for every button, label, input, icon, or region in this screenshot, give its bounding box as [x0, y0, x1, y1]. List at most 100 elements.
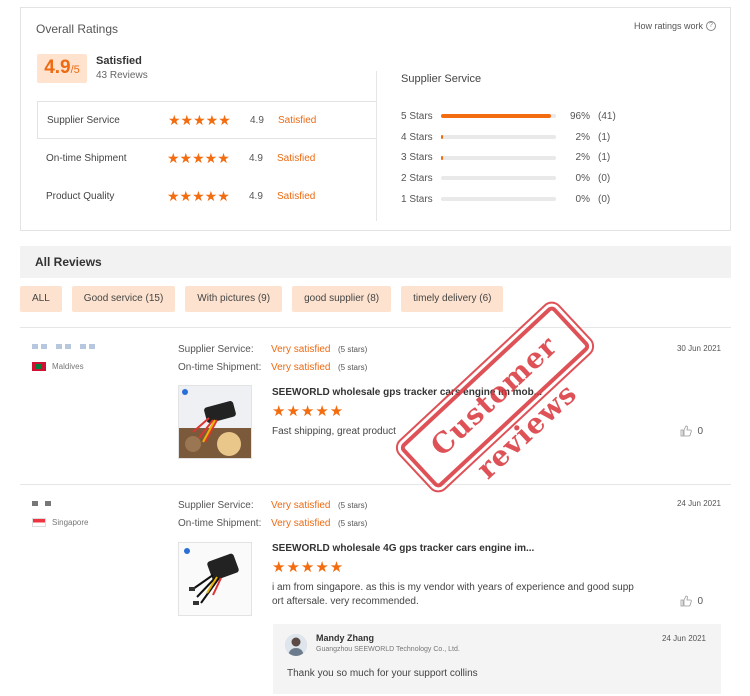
- thumbs-up-icon: [681, 425, 693, 437]
- review-item: Singapore Supplier Service: Very satisfi…: [20, 485, 731, 696]
- how-ratings-work-label: How ratings work: [633, 21, 703, 31]
- reply-text: Thank you so much for your support colli…: [287, 668, 478, 679]
- rating-level: Satisfied: [277, 152, 316, 164]
- distribution-label: 1 Stars: [401, 193, 433, 205]
- service-label: Supplier Service:: [178, 499, 254, 511]
- distribution-percent: 0%: [575, 193, 590, 205]
- distribution-label: 5 Stars: [401, 110, 433, 122]
- distribution-row: 2 Stars 0% (0): [401, 168, 631, 189]
- rating-value: 4.9: [250, 114, 264, 126]
- filter-with-pictures[interactable]: With pictures (9): [185, 286, 283, 312]
- distribution-label: 3 Stars: [401, 152, 433, 164]
- country-name: Singapore: [52, 518, 89, 527]
- product-title-link[interactable]: SEEWORLD wholesale 4G gps tracker cars e…: [272, 543, 552, 554]
- distribution-bar-fill: [441, 135, 444, 140]
- distribution-percent: 2%: [575, 152, 590, 164]
- distribution-bar-fill: [441, 114, 552, 119]
- divider: [376, 71, 377, 221]
- like-button[interactable]: 0: [680, 425, 703, 437]
- overall-review-count: 43 Reviews: [96, 70, 148, 81]
- person-icon: [285, 634, 307, 656]
- distribution-label: 2 Stars: [401, 172, 433, 184]
- star-rating-icons: ★★★★★: [167, 187, 230, 204]
- how-ratings-work-link[interactable]: How ratings work ?: [634, 21, 716, 31]
- like-count: 0: [697, 425, 703, 437]
- review-star-icons: ★★★★★: [272, 403, 345, 420]
- thumbs-up-icon: [681, 595, 693, 607]
- filter-good-supplier[interactable]: good supplier (8): [292, 286, 392, 312]
- service-value: Very satisfied: [271, 343, 331, 355]
- review-item: Maldives Supplier Service: Very satisfie…: [20, 328, 731, 484]
- distribution-row: 3 Stars 2% (1): [401, 147, 631, 168]
- filter-all[interactable]: ALL: [20, 286, 62, 312]
- filter-good-service[interactable]: Good service (15): [71, 286, 176, 312]
- distribution-row: 5 Stars 96% (41): [401, 106, 631, 127]
- service-stars: (5 stars): [338, 344, 368, 354]
- rating-name: Supplier Service: [47, 114, 120, 126]
- avatar: [285, 634, 307, 656]
- distribution-bar: [441, 114, 556, 119]
- country-name: Maldives: [52, 362, 84, 371]
- maldives-flag-icon: [32, 362, 46, 371]
- filter-timely-delivery[interactable]: timely delivery (6): [401, 286, 504, 312]
- service-stars: (5 stars): [338, 500, 368, 510]
- distribution-bar-fill: [441, 155, 444, 160]
- distribution-count: (1): [598, 152, 611, 164]
- gps-tracker-image: [179, 543, 251, 615]
- shipment-label: On-time Shipment:: [178, 361, 262, 373]
- distribution-count: (0): [598, 172, 611, 184]
- review-date: 24 Jun 2021: [676, 499, 721, 508]
- product-thumbnail[interactable]: [178, 385, 252, 459]
- rating-value: 4.9: [249, 152, 263, 164]
- gps-tracker-image: [179, 386, 251, 458]
- reviewer-name-masked: [32, 344, 95, 349]
- shipment-stars: (5 stars): [338, 518, 368, 528]
- review-text: i am from singapore. as this is my vendo…: [272, 582, 634, 607]
- rating-name: On-time Shipment: [46, 152, 127, 164]
- reviewer-name-masked: [32, 501, 51, 506]
- review-date: 30 Jun 2021: [676, 344, 721, 353]
- service-label: Supplier Service:: [178, 343, 254, 355]
- distribution-percent: 96%: [569, 110, 590, 122]
- overall-score-badge: 4.9 /5: [37, 54, 87, 83]
- distribution-percent: 2%: [575, 131, 590, 143]
- all-reviews-header: All Reviews: [20, 246, 731, 278]
- distribution-label: 4 Stars: [401, 131, 433, 143]
- rating-row-product-quality: Product Quality ★★★★★ 4.9 Satisfied: [37, 177, 377, 215]
- question-icon: ?: [706, 21, 716, 31]
- rating-value: 4.9: [249, 190, 263, 202]
- like-button[interactable]: 0: [680, 595, 703, 607]
- shipment-value: Very satisfied: [271, 361, 331, 373]
- service-value: Very satisfied: [271, 499, 331, 511]
- rating-categories: Supplier Service ★★★★★ 4.9 Satisfied On-…: [37, 101, 377, 215]
- distribution-count: (0): [598, 193, 611, 205]
- rating-row-supplier-service: Supplier Service ★★★★★ 4.9 Satisfied: [37, 101, 377, 139]
- rating-name: Product Quality: [46, 190, 115, 202]
- review-ratings: Supplier Service: Very satisfied (5 star…: [178, 496, 367, 532]
- distribution-count: (41): [598, 110, 616, 122]
- overall-score-denominator: /5: [70, 64, 80, 76]
- reply-author: Mandy Zhang: [316, 633, 374, 643]
- distribution-percent: 0%: [575, 172, 590, 184]
- overall-level: Satisfied: [96, 55, 142, 67]
- star-rating-icons: ★★★★★: [168, 111, 231, 128]
- review-star-icons: ★★★★★: [272, 559, 345, 576]
- product-thumbnail[interactable]: [178, 542, 252, 616]
- shipment-label: On-time Shipment:: [178, 517, 262, 529]
- overall-ratings-panel: Overall Ratings How ratings work ? 4.9 /…: [20, 7, 731, 231]
- overall-score: 4.9: [44, 57, 71, 78]
- distribution-bar: [441, 155, 556, 160]
- rating-level: Satisfied: [278, 114, 317, 126]
- distribution-bar: [441, 197, 556, 202]
- distribution-row: 4 Stars 2% (1): [401, 127, 631, 148]
- star-rating-icons: ★★★★★: [167, 149, 230, 166]
- reviewer-country: Maldives: [32, 362, 84, 371]
- overall-ratings-title: Overall Ratings: [36, 22, 119, 36]
- like-count: 0: [697, 595, 703, 607]
- distribution-row: 1 Stars 0% (0): [401, 189, 631, 210]
- shipment-value: Very satisfied: [271, 517, 331, 529]
- review-ratings: Supplier Service: Very satisfied (5 star…: [178, 340, 367, 376]
- singapore-flag-icon: [32, 518, 46, 527]
- supplier-reply: Mandy Zhang Guangzhou SEEWORLD Technolog…: [273, 624, 721, 694]
- review-filters: ALL Good service (15) With pictures (9) …: [20, 286, 504, 312]
